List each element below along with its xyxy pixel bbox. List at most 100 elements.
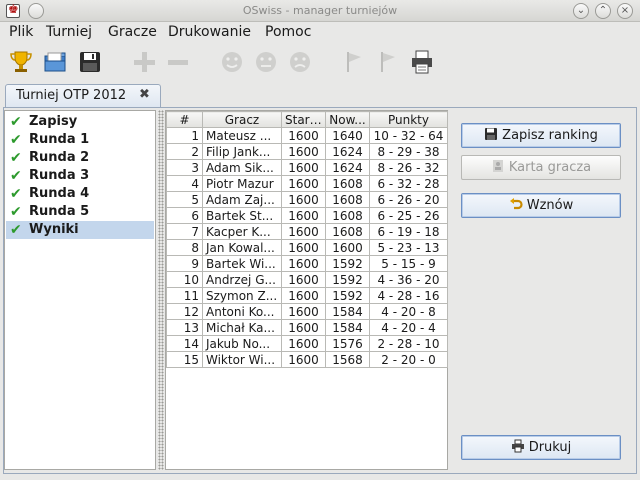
table-row[interactable]: 13 Michał Ka... 1600 1584 4 - 20 - 4	[166, 319, 448, 336]
maximize-button[interactable]: ⌃	[595, 3, 611, 19]
close-window-button[interactable]: ×	[617, 3, 633, 19]
cell-points: 10 - 32 - 64	[369, 127, 448, 144]
face-icon[interactable]	[287, 49, 313, 75]
save-ranking-label: Zapisz ranking	[502, 128, 598, 143]
flag-icon[interactable]	[375, 49, 401, 75]
cell-number: 5	[166, 191, 203, 208]
table-row[interactable]: 5 Adam Zaj... 1600 1608 6 - 26 - 20	[166, 191, 448, 208]
sidebar-item-runda-2[interactable]: ✔ Runda 2	[6, 149, 154, 167]
sidebar-item-wyniki[interactable]: ✔ Wyniki	[6, 221, 154, 239]
cell-number: 4	[166, 175, 203, 192]
sidebar-item-runda-4[interactable]: ✔ Runda 4	[6, 185, 154, 203]
cell-number: 3	[166, 159, 203, 176]
column-header-number[interactable]: #	[166, 111, 203, 128]
save-ranking-button[interactable]: Zapisz ranking	[461, 123, 621, 148]
minimize-button[interactable]: ⌄	[573, 3, 589, 19]
cell-player: Michał Ka...	[202, 319, 282, 336]
close-tab-icon[interactable]: ✖	[139, 87, 150, 102]
cell-player: Mateusz ...	[202, 127, 282, 144]
cell-new-rating: 1576	[325, 335, 370, 352]
cell-old-rating: 1600	[281, 191, 326, 208]
table-row[interactable]: 2 Filip Jank... 1600 1624 8 - 29 - 38	[166, 143, 448, 160]
results-table-body: 1 Mateusz ... 1600 1640 10 - 32 - 64 2 Filip J…	[166, 127, 448, 368]
menu-gracze[interactable]: Gracze	[108, 24, 157, 40]
sidebar-item-label: Wyniki	[29, 222, 79, 237]
print-button[interactable]: Drukuj	[461, 435, 621, 460]
sidebar-item-runda-3[interactable]: ✔ Runda 3	[6, 167, 154, 185]
save-icon	[484, 126, 498, 140]
id-card-icon	[491, 158, 505, 172]
remove-icon[interactable]	[165, 49, 191, 75]
cell-player: Antoni Ko...	[202, 303, 282, 320]
resume-button[interactable]: Wznów	[461, 193, 621, 218]
cell-player: Adam Zaj...	[202, 191, 282, 208]
cell-points: 4 - 36 - 20	[369, 271, 448, 288]
cell-new-rating: 1600	[325, 239, 370, 256]
cell-points: 5 - 15 - 9	[369, 255, 448, 272]
face-icon[interactable]	[253, 49, 279, 75]
cell-player: Szymon Z...	[202, 287, 282, 304]
sidebar-item-label: Runda 3	[29, 168, 90, 183]
menu-drukowanie[interactable]: Drukowanie	[168, 24, 251, 40]
split-pane-divider[interactable]	[158, 110, 164, 470]
printer-icon[interactable]	[409, 49, 435, 75]
column-header-player[interactable]: Gracz	[202, 111, 282, 128]
resume-label: Wznów	[526, 198, 574, 213]
cell-old-rating: 1600	[281, 207, 326, 224]
table-row[interactable]: 7 Kacper K... 1600 1608 6 - 19 - 18	[166, 223, 448, 240]
cell-points: 6 - 19 - 18	[369, 223, 448, 240]
sidebar-item-zapisy[interactable]: ✔ Zapisy	[6, 113, 154, 131]
cell-new-rating: 1608	[325, 191, 370, 208]
table-row[interactable]: 6 Bartek St... 1600 1608 6 - 25 - 26	[166, 207, 448, 224]
cell-number: 6	[166, 207, 203, 224]
table-row[interactable]: 3 Adam Sik... 1600 1624 8 - 26 - 32	[166, 159, 448, 176]
table-row[interactable]: 4 Piotr Mazur 1600 1608 6 - 32 - 28	[166, 175, 448, 192]
cell-new-rating: 1592	[325, 287, 370, 304]
check-icon: ✔	[10, 204, 22, 220]
cell-old-rating: 1600	[281, 223, 326, 240]
table-row[interactable]: 15 Wiktor Wi... 1600 1568 2 - 20 - 0	[166, 351, 448, 368]
face-icon[interactable]	[219, 49, 245, 75]
column-header-new-rating[interactable]: Now...	[325, 111, 370, 128]
cell-old-rating: 1600	[281, 287, 326, 304]
check-icon: ✔	[10, 132, 22, 148]
cell-number: 13	[166, 319, 203, 336]
player-card-button[interactable]: Karta gracza	[461, 155, 621, 180]
cell-player: Andrzej G...	[202, 271, 282, 288]
tab-tournament[interactable]: Turniej OTP 2012 ✖	[5, 84, 161, 107]
cell-points: 6 - 25 - 26	[369, 207, 448, 224]
cell-player: Bartek Wi...	[202, 255, 282, 272]
table-row[interactable]: 1 Mateusz ... 1600 1640 10 - 32 - 64	[166, 127, 448, 144]
table-row[interactable]: 10 Andrzej G... 1600 1592 4 - 36 - 20	[166, 271, 448, 288]
flag-icon[interactable]	[341, 49, 367, 75]
column-header-old-rating[interactable]: Stary...	[281, 111, 326, 128]
menu-pomoc[interactable]: Pomoc	[265, 24, 311, 40]
table-row[interactable]: 11 Szymon Z... 1600 1592 4 - 28 - 16	[166, 287, 448, 304]
cell-old-rating: 1600	[281, 351, 326, 368]
menu-turniej[interactable]: Turniej	[46, 24, 92, 40]
cell-new-rating: 1624	[325, 159, 370, 176]
window-title: OSwiss - manager turniejów	[242, 4, 398, 17]
open-folder-icon[interactable]	[42, 49, 68, 75]
cell-old-rating: 1600	[281, 255, 326, 272]
trophy-icon[interactable]	[8, 49, 34, 75]
cell-player: Adam Sik...	[202, 159, 282, 176]
cell-new-rating: 1568	[325, 351, 370, 368]
cell-old-rating: 1600	[281, 143, 326, 160]
column-header-points[interactable]: Punkty	[369, 111, 448, 128]
table-row[interactable]: 12 Antoni Ko... 1600 1584 4 - 20 - 8	[166, 303, 448, 320]
cell-number: 7	[166, 223, 203, 240]
sidebar-item-runda-1[interactable]: ✔ Runda 1	[6, 131, 154, 149]
sidebar-item-runda-5[interactable]: ✔ Runda 5	[6, 203, 154, 221]
cell-new-rating: 1624	[325, 143, 370, 160]
menu-plik[interactable]: Plik	[9, 24, 33, 40]
cell-new-rating: 1584	[325, 319, 370, 336]
table-row[interactable]: 9 Bartek Wi... 1600 1592 5 - 15 - 9	[166, 255, 448, 272]
table-row[interactable]: 8 Jan Kowal... 1600 1600 5 - 23 - 13	[166, 239, 448, 256]
table-row[interactable]: 14 Jakub No... 1600 1576 2 - 28 - 10	[166, 335, 448, 352]
save-icon[interactable]	[77, 49, 103, 75]
cell-number: 8	[166, 239, 203, 256]
title-bar: OSwiss - manager turniejów ⌄ ⌃ ×	[0, 0, 640, 22]
add-icon[interactable]	[131, 49, 157, 75]
cell-player: Bartek St...	[202, 207, 282, 224]
